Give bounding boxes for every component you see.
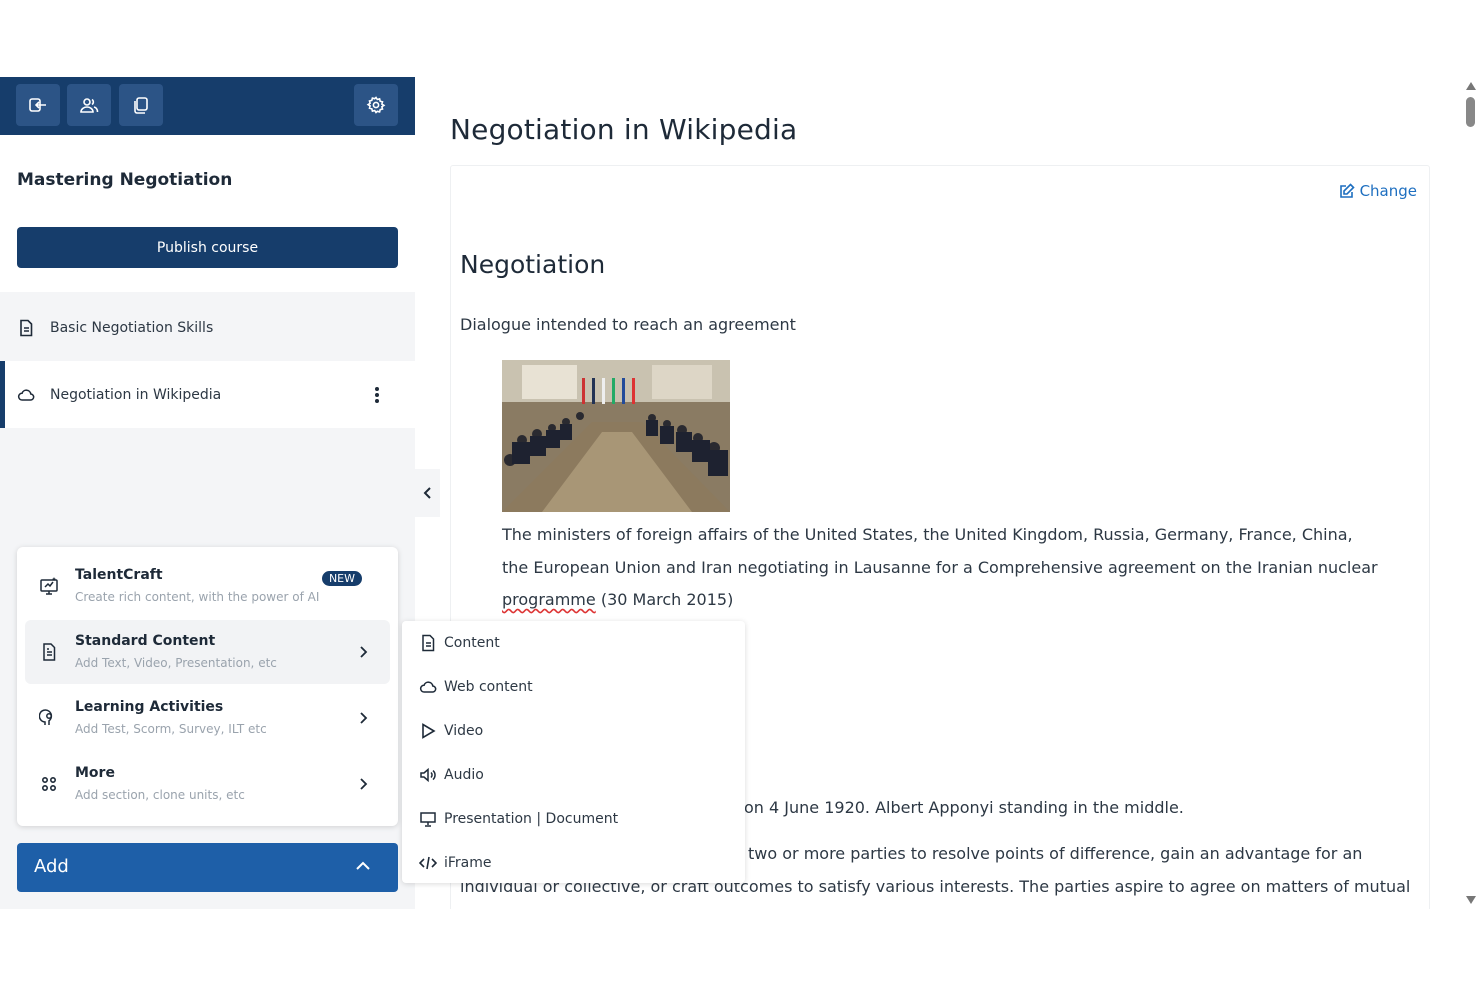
scrollbar[interactable] <box>1460 77 1480 909</box>
scroll-down-arrow[interactable] <box>1466 896 1476 904</box>
code-icon <box>419 856 437 870</box>
gear-icon <box>366 96 386 114</box>
chevron-right-icon <box>360 778 368 790</box>
submenu-label: Web content <box>444 679 533 695</box>
add-menu: TalentCraft Create rich content, with th… <box>17 547 398 826</box>
chevron-right-icon <box>360 712 368 724</box>
image-caption: The ministers of foreign affairs of the … <box>502 519 1382 617</box>
copy-button[interactable] <box>119 84 163 126</box>
document-icon <box>20 319 33 336</box>
sidebar-toolbar <box>0 77 415 135</box>
negotiation-photo <box>502 360 730 512</box>
add-menu-talentcraft[interactable]: TalentCraft Create rich content, with th… <box>25 554 390 618</box>
speaker-icon <box>420 767 436 783</box>
activity-icon <box>39 709 53 725</box>
add-menu-subtitle: Create rich content, with the power of A… <box>75 590 320 604</box>
submenu-item-audio[interactable]: Audio <box>402 753 745 797</box>
publish-course-button[interactable]: Publish course <box>17 227 398 268</box>
add-button-label: Add <box>34 856 69 877</box>
change-link[interactable]: Change <box>1338 182 1417 200</box>
submenu-label: Audio <box>444 767 484 783</box>
unit-item-negotiation-in-wikipedia[interactable]: Negotiation in Wikipedia <box>0 361 415 428</box>
document-icon <box>422 634 435 652</box>
play-icon <box>422 723 436 739</box>
add-menu-title: More <box>75 765 115 781</box>
exit-button[interactable] <box>16 84 60 126</box>
add-menu-title: TalentCraft <box>75 567 163 583</box>
submenu-item-web-content[interactable]: Web content <box>402 665 745 709</box>
add-menu-title: Learning Activities <box>75 699 224 715</box>
app-window: Mastering Negotiation Publish course Bas… <box>0 77 1480 909</box>
submenu-item-iframe[interactable]: iFrame <box>402 841 745 885</box>
submenu-label: Video <box>444 723 484 739</box>
course-title: Mastering Negotiation <box>17 170 233 190</box>
cloud-icon <box>17 388 35 401</box>
unit-item-basic-negotiation-skills[interactable]: Basic Negotiation Skills <box>0 294 415 361</box>
caption-text: (30 March 2015) <box>595 590 734 609</box>
submenu-item-content[interactable]: Content <box>402 621 745 665</box>
unit-options-button[interactable] <box>371 385 383 405</box>
chevron-left-icon <box>423 487 431 499</box>
add-menu-subtitle: Add Test, Scorm, Survey, ILT etc <box>75 722 267 736</box>
add-menu-more[interactable]: More Add section, clone units, etc <box>25 752 390 816</box>
course-header: Mastering Negotiation Publish course <box>0 135 415 292</box>
chevron-right-icon <box>360 646 368 658</box>
add-button[interactable]: Add <box>17 843 398 892</box>
edit-icon <box>1339 183 1355 198</box>
submenu-item-video[interactable]: Video <box>402 709 745 753</box>
page-title: Negotiation in Wikipedia <box>450 113 798 146</box>
unit-label: Negotiation in Wikipedia <box>50 386 222 403</box>
submenu-label: Content <box>444 635 500 651</box>
image-caption-2: on 4 June 1920. Albert Apponyi standing … <box>744 798 1184 817</box>
standard-content-submenu: Content Web content Video Audio Presenta… <box>402 621 745 883</box>
copy-icon <box>134 97 148 114</box>
new-badge: NEW <box>321 571 362 586</box>
scroll-up-arrow[interactable] <box>1466 82 1476 90</box>
collapse-sidebar-button[interactable] <box>415 469 440 517</box>
add-menu-subtitle: Add section, clone units, etc <box>75 788 245 802</box>
sidebar: Mastering Negotiation Publish course Bas… <box>0 77 415 909</box>
submenu-item-presentation-document[interactable]: Presentation | Document <box>402 797 745 841</box>
presentation-icon <box>420 812 436 827</box>
content-description: Dialogue intended to reach an agreement <box>460 315 796 334</box>
submenu-label: Presentation | Document <box>444 811 619 827</box>
users-button[interactable] <box>67 84 111 126</box>
ai-monitor-icon <box>40 577 58 595</box>
grid-icon <box>41 776 57 792</box>
change-label: Change <box>1359 182 1417 200</box>
add-menu-learning-activities[interactable]: Learning Activities Add Test, Scorm, Sur… <box>25 686 390 750</box>
add-menu-standard-content[interactable]: Standard Content Add Text, Video, Presen… <box>25 620 390 684</box>
cloud-icon <box>419 681 437 693</box>
caption-text: The ministers of foreign affairs of the … <box>502 525 1378 577</box>
chevron-up-icon <box>356 861 370 870</box>
document-icon <box>43 643 56 661</box>
settings-button[interactable] <box>354 84 398 126</box>
content-title: Negotiation <box>460 250 606 279</box>
add-menu-subtitle: Add Text, Video, Presentation, etc <box>75 656 277 670</box>
exit-icon <box>29 98 46 112</box>
unit-label: Basic Negotiation Skills <box>50 319 214 336</box>
users-icon <box>80 98 99 113</box>
misspelled-word: programme <box>502 590 596 609</box>
add-menu-title: Standard Content <box>75 633 216 649</box>
submenu-label: iFrame <box>444 855 492 871</box>
scrollbar-thumb[interactable] <box>1466 97 1475 127</box>
